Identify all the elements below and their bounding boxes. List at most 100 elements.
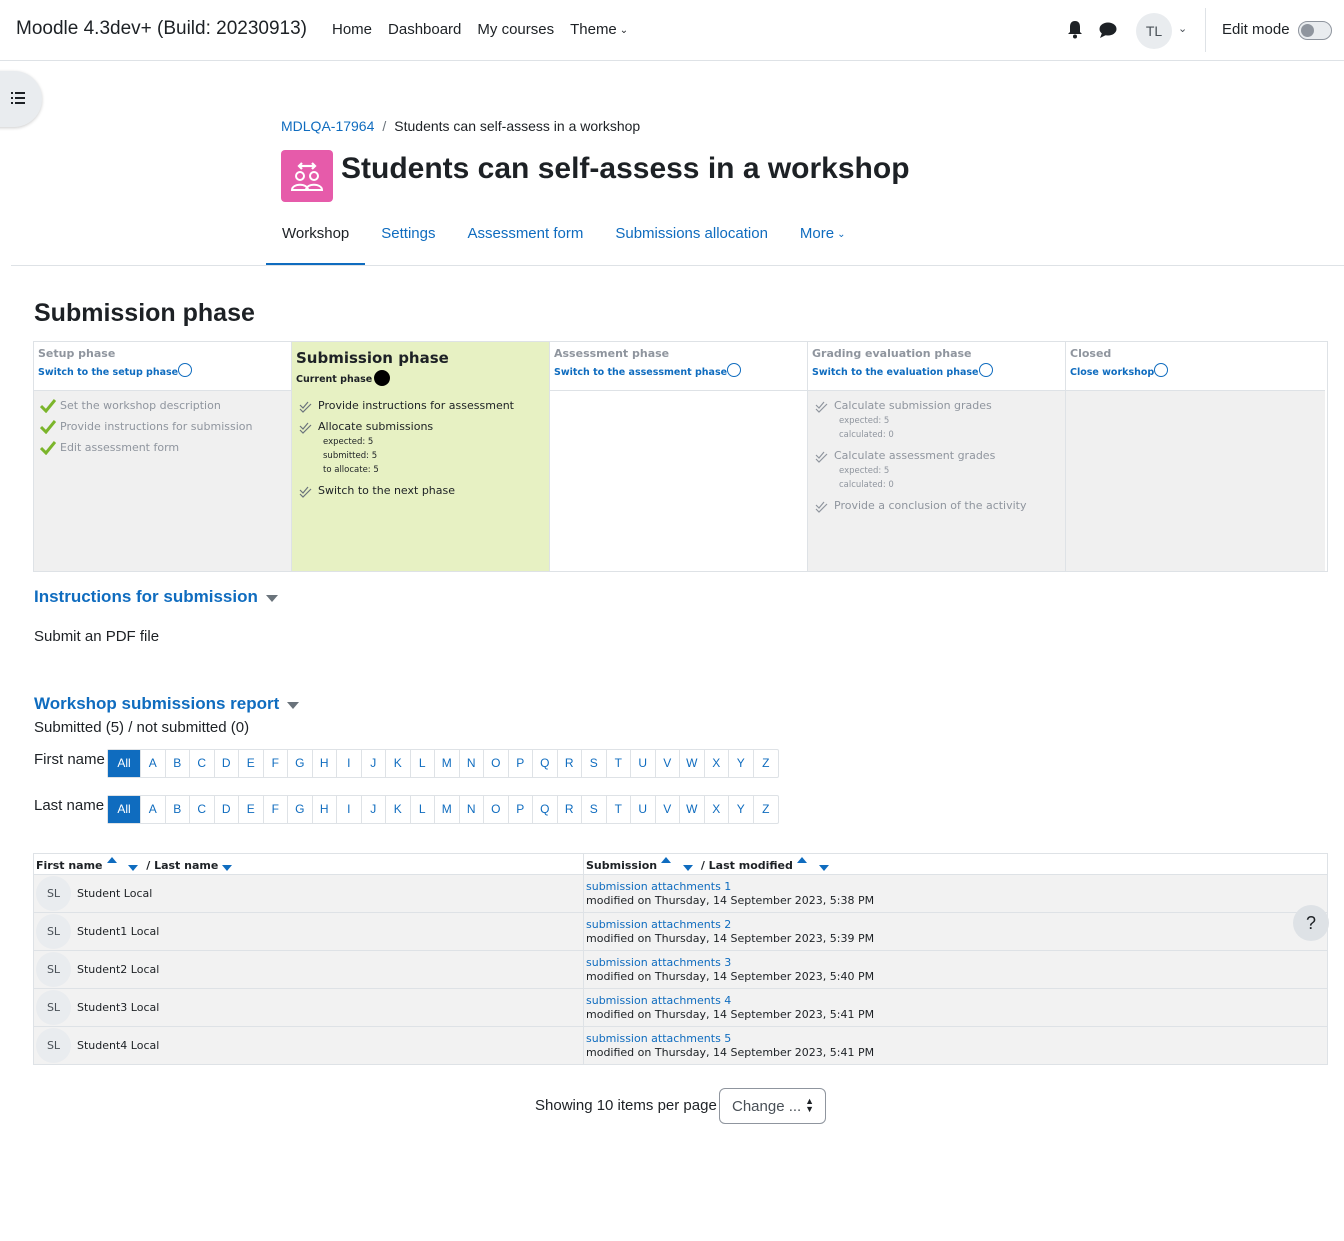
first-initial-letter-q[interactable]: Q xyxy=(533,750,558,777)
sort-asc-icon[interactable] xyxy=(106,856,117,863)
first-initial-letter-i[interactable]: I xyxy=(337,750,362,777)
nav-theme[interactable]: Theme ⌄ xyxy=(570,21,628,38)
first-initial-letter-w[interactable]: W xyxy=(680,750,705,777)
tab-settings[interactable]: Settings xyxy=(365,214,451,266)
edit-mode-toggle[interactable] xyxy=(1298,21,1332,40)
last-initial-letter-h[interactable]: H xyxy=(313,796,337,823)
first-initial-letter-s[interactable]: S xyxy=(582,750,607,777)
avatar[interactable]: SL xyxy=(36,1028,71,1063)
first-initial-letter-e[interactable]: E xyxy=(239,750,264,777)
first-initial-letter-d[interactable]: D xyxy=(215,750,239,777)
first-initial-letter-t[interactable]: T xyxy=(607,750,631,777)
submission-link[interactable]: submission attachments 3 xyxy=(586,956,731,969)
messages-icon[interactable] xyxy=(1098,20,1118,40)
user-name[interactable]: Student1 Local xyxy=(77,925,159,938)
tab-workshop[interactable]: Workshop xyxy=(266,214,366,266)
first-initial-letter-v[interactable]: V xyxy=(656,750,680,777)
sort-desc-icon[interactable] xyxy=(128,864,139,871)
last-initial-letter-p[interactable]: P xyxy=(509,796,533,823)
avatar[interactable]: SL xyxy=(36,990,71,1025)
user-name[interactable]: Student2 Local xyxy=(77,963,159,976)
first-initial-letter-m[interactable]: M xyxy=(435,750,460,777)
last-initial-letter-m[interactable]: M xyxy=(435,796,460,823)
last-initial-letter-e[interactable]: E xyxy=(239,796,264,823)
switch-setup-phase-link[interactable]: Switch to the setup phase xyxy=(38,362,193,378)
last-initial-letter-n[interactable]: N xyxy=(460,796,484,823)
first-initial-letter-p[interactable]: P xyxy=(509,750,533,777)
first-initial-letter-n[interactable]: N xyxy=(460,750,484,777)
sort-last-name[interactable]: / Last name xyxy=(146,859,218,872)
last-initial-letter-b[interactable]: B xyxy=(166,796,190,823)
first-initial-letter-r[interactable]: R xyxy=(558,750,582,777)
last-initial-letter-w[interactable]: W xyxy=(680,796,705,823)
site-name[interactable]: Moodle 4.3dev+ (Build: 20230913) xyxy=(16,18,307,40)
first-initial-letter-a[interactable]: A xyxy=(141,750,166,777)
first-initial-letter-x[interactable]: X xyxy=(705,750,729,777)
change-per-page-select[interactable]: Change ... ▲ ▼ xyxy=(719,1088,826,1124)
last-initial-letter-z[interactable]: Z xyxy=(754,796,779,823)
first-initial-letter-y[interactable]: Y xyxy=(729,750,754,777)
sort-desc-icon[interactable] xyxy=(222,864,233,871)
sort-desc-icon[interactable] xyxy=(818,864,829,871)
last-initial-letter-u[interactable]: U xyxy=(631,796,656,823)
avatar[interactable]: SL xyxy=(36,914,71,949)
last-initial-letter-f[interactable]: F xyxy=(264,796,288,823)
switch-evaluation-phase-link[interactable]: Switch to the evaluation phase xyxy=(812,362,993,378)
sort-submission[interactable]: Submission xyxy=(586,859,657,872)
sort-asc-icon[interactable] xyxy=(661,856,672,863)
first-initial-letter-h[interactable]: H xyxy=(313,750,337,777)
first-initial-all[interactable]: All xyxy=(108,750,141,777)
first-initial-letter-g[interactable]: G xyxy=(288,750,313,777)
report-toggle[interactable]: Workshop submissions report xyxy=(34,694,300,714)
first-initial-letter-f[interactable]: F xyxy=(264,750,288,777)
last-initial-letter-d[interactable]: D xyxy=(215,796,239,823)
last-initial-letter-v[interactable]: V xyxy=(656,796,680,823)
user-avatar[interactable]: TL xyxy=(1136,13,1172,49)
last-initial-letter-c[interactable]: C xyxy=(190,796,215,823)
sort-last-modified[interactable]: / Last modified xyxy=(701,859,793,872)
last-initial-letter-y[interactable]: Y xyxy=(729,796,754,823)
nav-home[interactable]: Home xyxy=(332,21,372,38)
user-name[interactable]: Student Local xyxy=(77,887,152,900)
sort-asc-icon[interactable] xyxy=(796,856,807,863)
instructions-toggle[interactable]: Instructions for submission xyxy=(34,587,278,607)
sort-first-name[interactable]: First name xyxy=(36,859,103,872)
last-initial-letter-q[interactable]: Q xyxy=(533,796,558,823)
submission-link[interactable]: submission attachments 1 xyxy=(586,880,731,893)
nav-my-courses[interactable]: My courses xyxy=(477,21,554,38)
tab-more[interactable]: More ⌄ xyxy=(784,214,862,266)
submission-link[interactable]: submission attachments 4 xyxy=(586,994,731,1007)
avatar[interactable]: SL xyxy=(36,952,71,987)
sort-desc-icon[interactable] xyxy=(682,864,693,871)
last-initial-letter-l[interactable]: L xyxy=(411,796,435,823)
last-initial-letter-j[interactable]: J xyxy=(362,796,386,823)
submission-link[interactable]: submission attachments 2 xyxy=(586,918,731,931)
first-initial-letter-l[interactable]: L xyxy=(411,750,435,777)
first-initial-letter-k[interactable]: K xyxy=(386,750,411,777)
submission-link[interactable]: submission attachments 5 xyxy=(586,1032,731,1045)
chevron-down-icon[interactable]: ⌄ xyxy=(1178,22,1187,35)
first-initial-letter-u[interactable]: U xyxy=(631,750,656,777)
avatar[interactable]: SL xyxy=(36,876,71,911)
help-button[interactable]: ? xyxy=(1293,905,1329,941)
last-initial-letter-k[interactable]: K xyxy=(386,796,411,823)
nav-dashboard[interactable]: Dashboard xyxy=(388,21,461,38)
course-index-toggle[interactable] xyxy=(0,71,42,127)
last-initial-letter-a[interactable]: A xyxy=(141,796,166,823)
user-name[interactable]: Student3 Local xyxy=(77,1001,159,1014)
last-initial-all[interactable]: All xyxy=(108,796,141,823)
first-initial-letter-j[interactable]: J xyxy=(362,750,386,777)
switch-assessment-phase-link[interactable]: Switch to the assessment phase xyxy=(554,362,742,378)
last-initial-letter-s[interactable]: S xyxy=(582,796,607,823)
first-initial-letter-z[interactable]: Z xyxy=(754,750,779,777)
breadcrumb-course[interactable]: MDLQA-17964 xyxy=(281,118,374,134)
close-workshop-link[interactable]: Close workshop xyxy=(1070,362,1169,378)
last-initial-letter-t[interactable]: T xyxy=(607,796,631,823)
bell-icon[interactable] xyxy=(1066,20,1084,40)
first-initial-letter-o[interactable]: O xyxy=(484,750,509,777)
first-initial-letter-b[interactable]: B xyxy=(166,750,190,777)
tab-submissions-allocation[interactable]: Submissions allocation xyxy=(599,214,784,266)
last-initial-letter-i[interactable]: I xyxy=(337,796,362,823)
last-initial-letter-o[interactable]: O xyxy=(484,796,509,823)
first-initial-letter-c[interactable]: C xyxy=(190,750,215,777)
